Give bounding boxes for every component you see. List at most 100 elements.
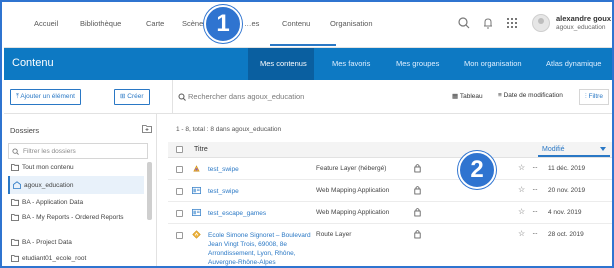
table-row[interactable]: test_swipe Web Mapping Application ☆ ···… — [168, 180, 612, 202]
folders-sidebar: Dossiers Filtrer les dossiers Tout mon c… — [4, 114, 157, 266]
app-grid-icon[interactable] — [504, 15, 520, 31]
web-app-icon — [192, 208, 201, 217]
tab-mon-organisation[interactable]: Mon organisation — [464, 59, 522, 68]
table-row[interactable]: test_swipe Feature Layer (hébergé) ☆ ···… — [168, 158, 612, 180]
favorite-star-icon[interactable]: ☆ — [518, 185, 525, 194]
row-checkbox[interactable] — [176, 210, 183, 217]
item-title-link[interactable]: Ecole Simone Signoret – Boulevard Jean V… — [208, 231, 320, 266]
more-options-icon[interactable]: ··· — [532, 163, 538, 172]
column-modified[interactable]: Modifié — [542, 146, 565, 153]
folder-label: BA - My Reports - Ordered Reports — [22, 214, 124, 221]
search-icon — [178, 93, 186, 101]
filter-label: Filtre — [588, 93, 603, 100]
more-options-icon[interactable]: ··· — [532, 229, 538, 238]
table-row[interactable]: Ecole Simone Signoret – Boulevard Jean V… — [168, 224, 612, 266]
item-modified-date: 20 nov. 2019 — [548, 187, 586, 194]
content-header-bar: Contenu Mes contenus Mes favoris Mes gro… — [4, 48, 612, 80]
content-toolbar: ⤒ Ajouter un élément ⊞ Créer Rechercher … — [4, 80, 612, 114]
view-table-toggle[interactable]: ▦ Tableau — [452, 92, 483, 100]
item-modified-date: 11 déc. 2019 — [548, 165, 586, 172]
row-checkbox[interactable] — [176, 232, 183, 239]
item-type: Web Mapping Application — [316, 209, 390, 216]
top-navigation: Accueil Bibliothèque Carte Scène …es Con… — [4, 4, 612, 48]
column-title[interactable]: Titre — [194, 146, 208, 153]
tab-mes-favoris[interactable]: Mes favoris — [332, 59, 370, 68]
create-label: Créer — [127, 93, 144, 100]
results-count: 1 - 8, total : 8 dans agoux_education — [176, 126, 282, 133]
add-item-label: Ajouter un élément — [20, 93, 75, 100]
item-type: Web Mapping Application — [316, 187, 390, 194]
add-item-button[interactable]: ⤒ Ajouter un élément — [10, 89, 81, 105]
user-org: agoux_education — [556, 24, 606, 31]
folder-icon — [11, 239, 19, 246]
item-title-link[interactable]: test_swipe — [208, 187, 320, 196]
folder-filter-input[interactable]: Filtrer les dossiers — [8, 143, 148, 159]
folder-icon — [11, 214, 19, 221]
row-checkbox[interactable] — [176, 188, 183, 195]
folder-tout-mon-contenu[interactable]: Tout mon contenu — [8, 163, 144, 174]
nav-bibliotheque[interactable]: Bibliothèque — [80, 19, 121, 28]
step-badge-1: 1 — [204, 5, 242, 43]
search-icon — [12, 148, 19, 155]
item-type: Route Layer — [316, 231, 352, 238]
bell-icon[interactable] — [480, 15, 496, 31]
more-options-icon[interactable]: ··· — [532, 185, 538, 194]
folder-ba-my-reports[interactable]: BA - My Reports - Ordered Reports — [8, 213, 144, 233]
folder-label: etudiant01_ecole_root — [22, 255, 87, 262]
sort-icon: ≡ — [498, 92, 502, 99]
web-app-icon — [192, 186, 201, 195]
nav-scene[interactable]: Scène — [182, 19, 203, 28]
user-name[interactable]: alexandre goux — [556, 14, 611, 23]
item-modified-date: 4 nov. 2019 — [548, 209, 582, 216]
item-title-link[interactable]: test_escape_games — [208, 209, 320, 218]
favorite-star-icon[interactable]: ☆ — [518, 229, 525, 238]
nav-active-indicator — [270, 44, 336, 46]
avatar[interactable] — [532, 14, 550, 32]
lock-icon — [414, 230, 421, 239]
folder-label: BA - Application Data — [22, 199, 84, 206]
tab-mes-groupes[interactable]: Mes groupes — [396, 59, 439, 68]
filter-button[interactable]: ⫶ Filtre — [579, 89, 609, 105]
nav-accueil[interactable]: Accueil — [34, 19, 58, 28]
nav-carte[interactable]: Carte — [146, 19, 164, 28]
folder-label: Tout mon contenu — [22, 164, 74, 171]
item-title-link[interactable]: test_swipe — [208, 165, 320, 174]
step-badge-2: 2 — [458, 151, 496, 189]
sort-control[interactable]: ≡ Date de modification — [498, 92, 563, 99]
search-input[interactable]: Rechercher dans agoux_education — [176, 86, 446, 108]
feature-layer-icon — [193, 165, 200, 172]
table-row[interactable]: test_escape_games Web Mapping Applicatio… — [168, 202, 612, 224]
app-frame: Accueil Bibliothèque Carte Scène …es Con… — [0, 0, 614, 268]
folder-etudiant01[interactable]: etudiant01_ecole_root — [8, 254, 144, 265]
new-folder-icon[interactable] — [142, 124, 152, 133]
folder-agoux-education[interactable]: agoux_education — [8, 176, 144, 194]
sort-indicator — [538, 155, 610, 157]
sidebar-title: Dossiers — [10, 126, 40, 135]
folder-filter-placeholder: Filtrer les dossiers — [23, 148, 76, 155]
lock-icon — [414, 186, 421, 195]
tab-mes-contenus[interactable]: Mes contenus — [260, 59, 307, 68]
nav-organisation[interactable]: Organisation — [330, 19, 373, 28]
folder-ba-application-data[interactable]: BA - Application Data — [8, 198, 144, 209]
plus-box-icon: ⊞ — [120, 93, 126, 100]
nav-contenu[interactable]: Contenu — [282, 19, 310, 28]
view-label: Tableau — [459, 93, 483, 100]
create-button[interactable]: ⊞ Créer — [114, 89, 150, 105]
search-icon[interactable] — [456, 15, 472, 31]
folder-icon — [11, 164, 19, 171]
select-all-checkbox[interactable] — [176, 146, 183, 153]
tab-atlas-dynamique[interactable]: Atlas dynamique — [546, 59, 601, 68]
table-header: Titre Modifié — [168, 142, 612, 158]
folder-label: BA - Project Data — [22, 239, 72, 246]
nav-groupes[interactable]: …es — [244, 19, 259, 28]
sidebar-scrollbar[interactable] — [147, 162, 152, 220]
row-checkbox[interactable] — [176, 166, 183, 173]
table-icon: ▦ — [452, 93, 459, 100]
favorite-star-icon[interactable]: ☆ — [518, 207, 525, 216]
route-layer-icon — [192, 230, 201, 239]
folder-ba-project-data[interactable]: BA - Project Data — [8, 238, 144, 249]
more-options-icon[interactable]: ··· — [532, 207, 538, 216]
home-folder-icon — [13, 181, 21, 189]
favorite-star-icon[interactable]: ☆ — [518, 163, 525, 172]
sort-descending-icon[interactable] — [600, 147, 606, 151]
